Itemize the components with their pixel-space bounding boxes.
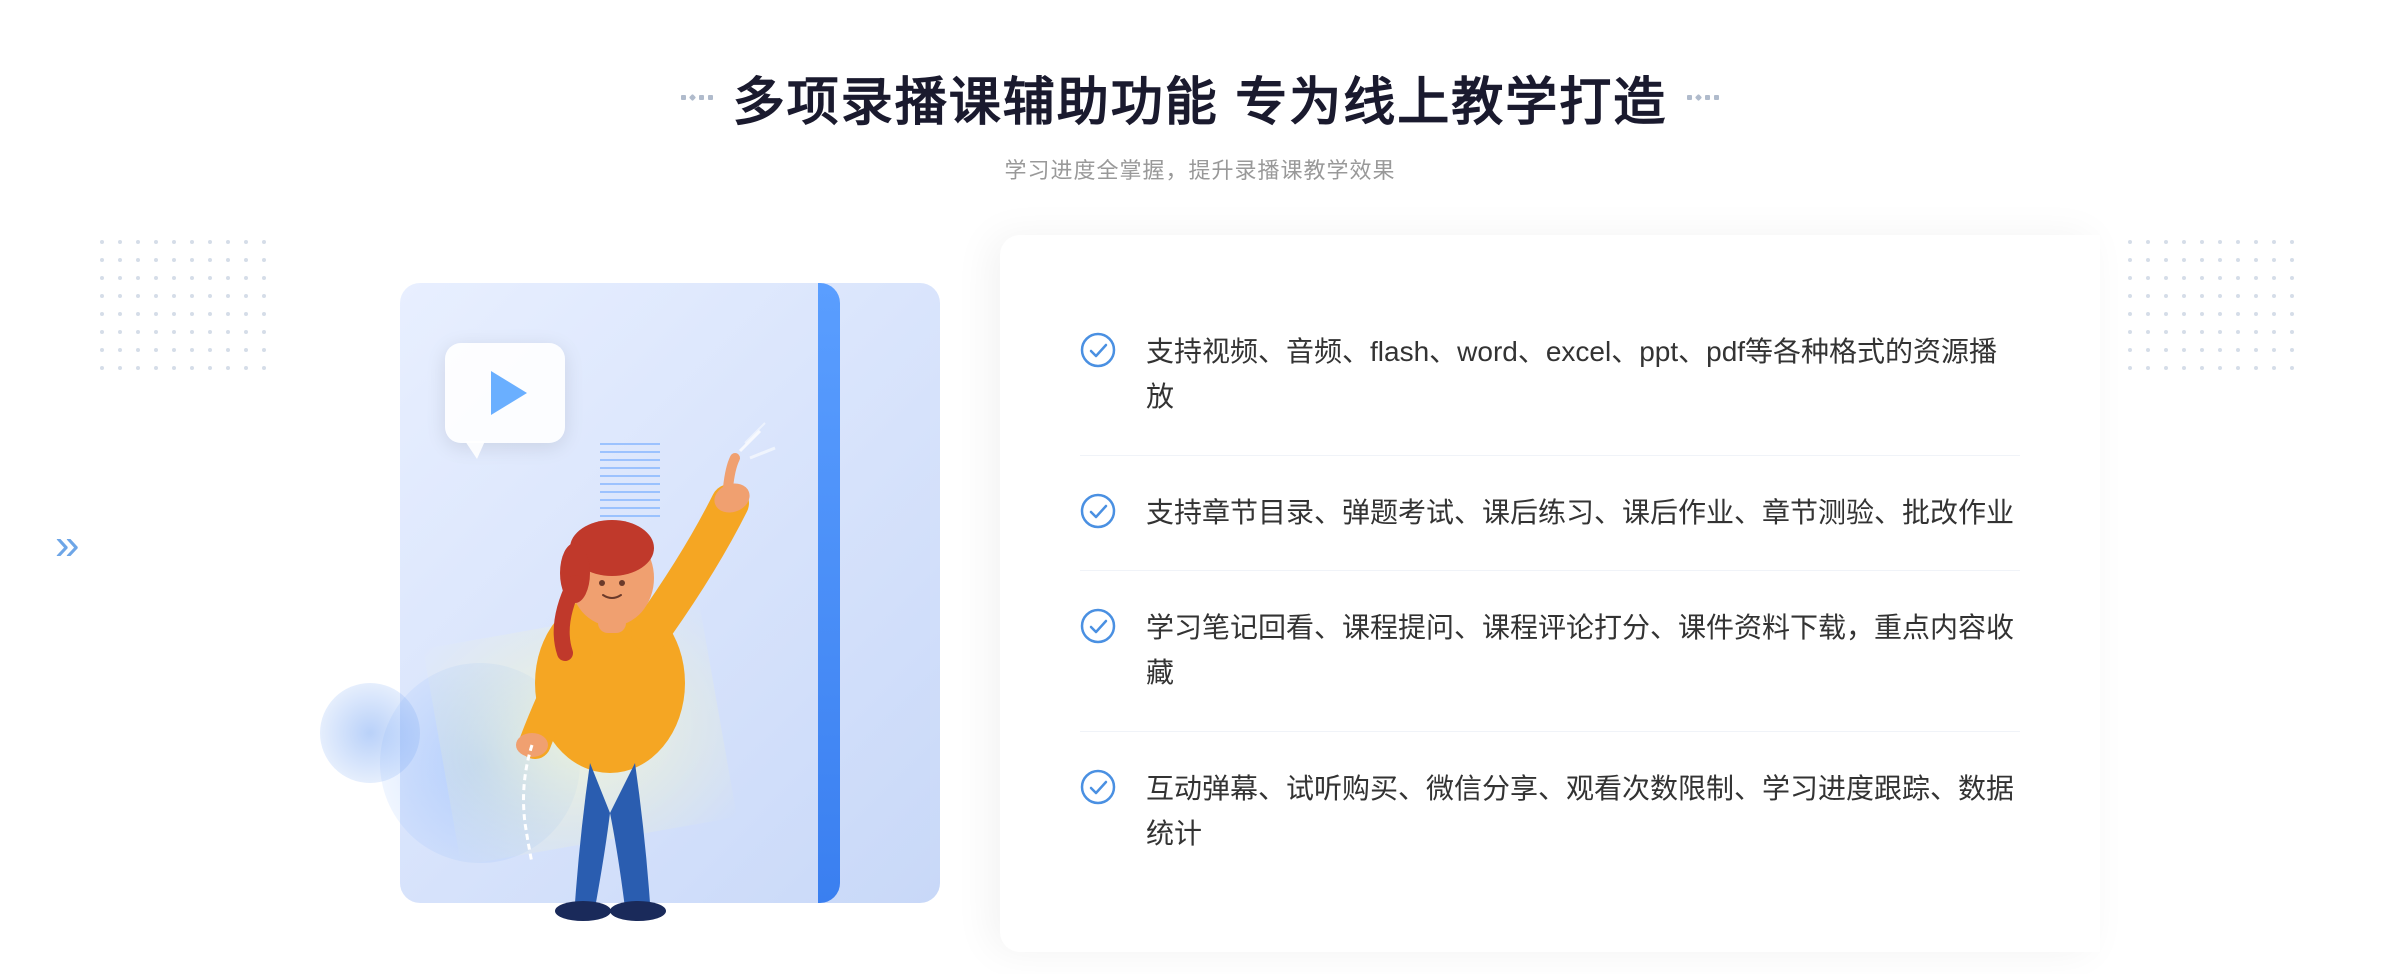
deco-circle-small xyxy=(320,683,420,783)
title-decoration-right xyxy=(1687,95,1719,100)
check-circle-icon-4 xyxy=(1080,769,1116,805)
dots-decoration-right xyxy=(2128,240,2300,376)
person-figure xyxy=(420,363,800,943)
check-circle-icon-3 xyxy=(1080,608,1116,644)
page-wrapper: » 多项录播课辅助功能 专为线上教学打造 学习进度全掌握，提升录播课教学效果 xyxy=(0,0,2400,974)
chevron-decoration: » xyxy=(55,520,79,570)
title-row: 多项录播课辅助功能 专为线上教学打造 xyxy=(681,60,1719,135)
illustration-area xyxy=(300,243,1000,943)
feature-text-4: 互动弹幕、试听购买、微信分享、观看次数限制、学习进度跟踪、数据统计 xyxy=(1146,767,2020,857)
feature-text-1: 支持视频、音频、flash、word、excel、ppt、pdf等各种格式的资源… xyxy=(1146,330,2020,420)
feature-item-4: 互动弹幕、试听购买、微信分享、观看次数限制、学习进度跟踪、数据统计 xyxy=(1080,732,2020,892)
feature-item-2: 支持章节目录、弹题考试、课后练习、课后作业、章节测验、批改作业 xyxy=(1080,456,2020,572)
check-circle-icon-1 xyxy=(1080,332,1116,368)
subtitle: 学习进度全掌握，提升录播课教学效果 xyxy=(681,153,1719,185)
dots-decoration-left xyxy=(100,240,272,376)
title-decoration-left xyxy=(681,95,713,100)
feature-item-1: 支持视频、音频、flash、word、excel、ppt、pdf等各种格式的资源… xyxy=(1080,295,2020,456)
feature-text-3: 学习笔记回看、课程提问、课程评论打分、课件资料下载，重点内容收藏 xyxy=(1146,606,2020,696)
accent-bar xyxy=(818,283,840,903)
main-title: 多项录播课辅助功能 专为线上教学打造 xyxy=(733,60,1667,135)
header-section: 多项录播课辅助功能 专为线上教学打造 学习进度全掌握，提升录播课教学效果 xyxy=(681,60,1719,185)
feature-item-3: 学习笔记回看、课程提问、课程评论打分、课件资料下载，重点内容收藏 xyxy=(1080,571,2020,732)
feature-text-2: 支持章节目录、弹题考试、课后练习、课后作业、章节测验、批改作业 xyxy=(1146,491,2014,536)
features-panel: 支持视频、音频、flash、word、excel、ppt、pdf等各种格式的资源… xyxy=(1000,235,2100,952)
check-circle-icon-2 xyxy=(1080,493,1116,529)
main-content: 支持视频、音频、flash、word、excel、ppt、pdf等各种格式的资源… xyxy=(300,235,2100,952)
